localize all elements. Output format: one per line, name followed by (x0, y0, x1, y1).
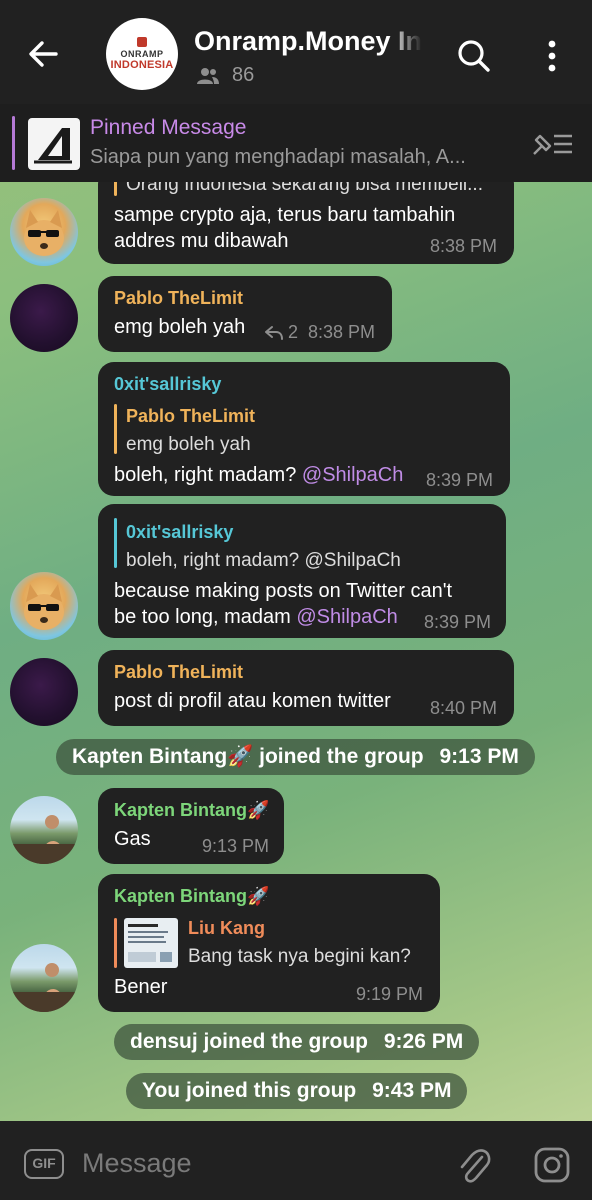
message-text: Gas (114, 828, 151, 850)
more-vertical-icon (548, 40, 556, 72)
pinned-logo-icon (34, 128, 72, 164)
group-avatar[interactable]: ONRAMP INDONESIA (106, 18, 178, 90)
sender-name[interactable]: Kapten Bintang🚀 (114, 800, 269, 821)
service-time: 9:26 PM (383, 1030, 464, 1053)
message-input[interactable] (82, 1143, 442, 1183)
quote-bar (114, 518, 117, 568)
chat-title[interactable]: Onramp.Money Indonesia (194, 26, 422, 57)
message-text-body: be too long, madam (114, 606, 291, 628)
logo-mark-icon (137, 37, 147, 47)
avatar[interactable] (10, 944, 78, 1012)
sender-name[interactable]: Pablo TheLimit (114, 662, 243, 683)
service-time: 9:13 PM (439, 745, 519, 768)
sender-name[interactable]: Kapten Bintang🚀 (114, 886, 269, 907)
message-time: 9:13 PM (202, 836, 270, 856)
quote-text: Bang task nya begini kan? (188, 946, 411, 967)
message-text: boleh, right madam? @ShilpaCh (114, 464, 403, 487)
quote-sender: 0xit'sallrisky (126, 522, 234, 542)
quote-bar (114, 404, 117, 454)
message-time: 8:40 PM (430, 698, 498, 718)
message-bubble[interactable]: 0xit'sallrisky Pablo TheLimit emg boleh … (98, 362, 510, 496)
camera-button[interactable] (532, 1145, 572, 1185)
message-text: addres mu dibawah (114, 230, 289, 252)
more-button[interactable] (540, 38, 564, 74)
member-count-value: 86 (232, 64, 255, 86)
message-time: 8:39 PM (424, 612, 492, 632)
attach-button[interactable] (456, 1145, 492, 1185)
message-text: sampe crypto aja, terus baru tambahin (114, 204, 456, 226)
reply-icon (265, 325, 283, 340)
photo-avatar-icon (10, 815, 78, 864)
mention-link[interactable]: @ShilpaCh (302, 464, 403, 486)
members-icon (197, 67, 219, 84)
pinned-preview: Siapa pun yang menghadapi masalah, A... (90, 146, 466, 168)
pinned-thumbnail (28, 118, 80, 170)
quote-text: emg boleh yah (126, 434, 251, 455)
sender-name[interactable]: Pablo TheLimit (114, 288, 243, 309)
unpin-button[interactable] (530, 130, 574, 158)
message-bubble[interactable]: Pablo TheLimit emg boleh yah 2 8:38 PM (98, 276, 392, 352)
avatar[interactable] (10, 572, 78, 640)
message-bubble[interactable]: Orang Indonesia sekarang bisa membeli...… (98, 168, 514, 264)
message-bubble[interactable]: 0xit'sallrisky boleh, right madam? @Shil… (98, 504, 506, 638)
search-icon (458, 40, 490, 72)
message-text: be too long, madam @ShilpaCh (114, 606, 398, 629)
service-text: Kapten Bintang🚀 joined the group (72, 745, 424, 768)
quote-sender: Liu Kang (188, 918, 265, 938)
service-text: You joined this group (142, 1079, 357, 1102)
message-text: post di profil atau komen twitter (114, 690, 391, 712)
pinned-indicator (12, 116, 15, 170)
reply-count-value: 2 (288, 322, 299, 342)
gif-button[interactable]: GIF (24, 1149, 64, 1179)
reply-count[interactable]: 2 (264, 322, 298, 343)
doge-avatar-icon (24, 584, 64, 630)
service-message: You joined this group 9:43 PM (126, 1073, 468, 1109)
logo-top-text: ONRAMP (120, 49, 164, 59)
message-bubble[interactable]: Kapten Bintang🚀 Gas 9:13 PM (98, 788, 284, 864)
message-bubble[interactable]: Pablo TheLimit post di profil atau komen… (98, 650, 514, 726)
unpin-list-icon (533, 134, 572, 155)
back-arrow-icon (29, 41, 58, 67)
message-text: emg boleh yah (114, 316, 246, 338)
service-text: densuj joined the group (130, 1030, 368, 1053)
pinned-label: Pinned Message (90, 116, 247, 139)
quote-bar (114, 918, 117, 968)
avatar[interactable] (10, 796, 78, 864)
screenshot-thumbnail-icon (128, 924, 172, 962)
message-text-body: boleh, right madam? (114, 464, 297, 486)
message-text: because making posts on Twitter can't (114, 580, 453, 602)
quote-sender: Pablo TheLimit (126, 406, 256, 426)
message-time: 8:38 PM (430, 236, 498, 256)
back-button[interactable] (24, 34, 64, 74)
quote-thumbnail (124, 918, 178, 968)
message-time: 8:38 PM (308, 322, 376, 342)
avatar[interactable] (10, 284, 78, 352)
photo-avatar-icon (10, 963, 78, 1012)
search-button[interactable] (456, 38, 492, 74)
message-composer: GIF (0, 1121, 592, 1200)
avatar[interactable] (10, 198, 78, 266)
chat-header: ONRAMP INDONESIA Onramp.Money Indonesia … (0, 0, 592, 104)
message-bubble[interactable]: Kapten Bintang🚀 Liu Kang Bang task nya b… (98, 874, 440, 1012)
message-time: 8:39 PM (426, 470, 494, 490)
doge-avatar-icon (24, 210, 64, 256)
pinned-message-bar-top[interactable]: Pinned Message Siapa pun yang menghadapi… (0, 104, 592, 182)
quote-text: boleh, right madam? @ShilpaCh (126, 550, 401, 571)
message-time: 9:19 PM (356, 984, 424, 1004)
avatar[interactable] (10, 658, 78, 726)
service-time: 9:43 PM (372, 1079, 452, 1102)
service-message: Kapten Bintang🚀 joined the group 9:13 PM (56, 739, 535, 775)
service-message: densuj joined the group 9:26 PM (114, 1024, 480, 1060)
message-text: Bener (114, 976, 168, 998)
member-count: 86 (196, 64, 254, 87)
logo-bottom-text: INDONESIA (110, 59, 174, 71)
mention-link[interactable]: @ShilpaCh (296, 606, 397, 628)
sender-name[interactable]: 0xit'sallrisky (114, 374, 221, 395)
attach-icon (460, 1149, 491, 1183)
instagram-icon (534, 1147, 570, 1183)
